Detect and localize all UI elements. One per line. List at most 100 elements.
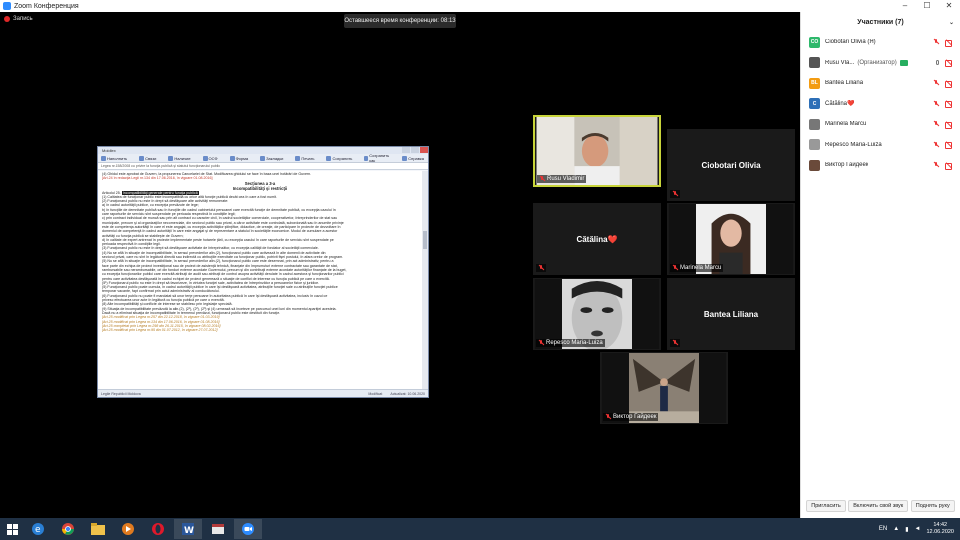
participant-row[interactable]: Виктор Гайдеек — [801, 155, 960, 176]
participant-status-icons — [933, 141, 952, 150]
maximize-icon[interactable]: ☐ — [916, 0, 938, 12]
mic-muted-icon — [672, 191, 678, 197]
video-name-label — [536, 264, 546, 272]
mic-muted-icon — [933, 121, 939, 127]
video-tile-viktor-gaideek[interactable]: Виктор Гайдеек — [600, 352, 728, 424]
video-tile-ciobotari-olivia[interactable]: Ciobotari Olivia — [667, 129, 795, 201]
recording-indicator[interactable]: Запись — [4, 16, 33, 22]
participant-name: Виктор Гайдеек — [825, 162, 869, 169]
document-line: [Art.25 modificat prin Legea nr.95 din 0… — [102, 328, 218, 333]
tray-arrow-icon[interactable]: ▲ — [893, 526, 899, 532]
record-label: Запись — [13, 16, 33, 22]
collapse-panel-icon[interactable]: ⌄ — [949, 19, 954, 26]
network-icon[interactable]: ▮ — [905, 526, 908, 533]
shared-document-window[interactable]: Moldlex Наполнить Связи Наличие ОСФ Форма Зак… — [97, 146, 429, 398]
svg-text:e: e — [35, 525, 41, 535]
toolbar-item-icon — [101, 155, 106, 161]
camera-off-icon — [945, 162, 952, 170]
screen-share-icon — [899, 59, 908, 66]
mic-muted-icon — [933, 80, 939, 86]
doc-toolbar-item[interactable]: Сохранить — [326, 155, 358, 161]
document-toolbar: Наполнить Связи Наличие ОСФ Форма Закладки Печ… — [98, 153, 430, 163]
participant-row[interactable]: Marinela Marcu — [801, 114, 960, 135]
participants-list: CO Ciobotari Olivia (Я) Rusu Vla... (Органи… — [801, 32, 960, 176]
participants-header: Участники (7) ⌄ — [801, 12, 960, 32]
windows-start-icon[interactable] — [0, 518, 24, 540]
participant-row[interactable]: Repesco Maria-Luiza — [801, 135, 960, 156]
toolbar-item-icon — [402, 155, 408, 161]
toolbar-item-icon — [229, 155, 235, 161]
participant-role: (Организатор) — [857, 59, 897, 66]
doc-toolbar-item[interactable]: Форма — [229, 155, 254, 161]
document-body[interactable]: (4) Ghidul este aprobat de Guvern, la pr… — [98, 171, 422, 389]
zoom-taskbar-icon[interactable] — [234, 519, 262, 539]
document-title: Moldlex — [102, 148, 116, 153]
mic-muted-icon — [539, 176, 545, 182]
record-dot-icon — [4, 16, 10, 22]
chrome-icon[interactable] — [54, 519, 82, 539]
toolbar-item-icon — [295, 155, 301, 161]
windows-taskbar: e W EN ▲ ▮ ◄ 14:42 12.06.2020 — [0, 518, 960, 540]
raise-hand-button[interactable]: Поднять руку — [910, 500, 955, 512]
video-tile-catalina[interactable]: Cătălina❤️ — [533, 203, 661, 275]
doc-toolbar-item[interactable]: Наличие — [168, 155, 196, 161]
camera-off-icon — [945, 39, 952, 47]
doc-toolbar-item[interactable]: Печать — [295, 155, 320, 161]
avatar: CO — [809, 36, 820, 48]
taskbar-clock[interactable]: 14:42 12.06.2020 — [926, 522, 954, 536]
doc-toolbar-item[interactable]: Сохранить как — [364, 153, 396, 163]
doc-toolbar-item[interactable]: ОСФ — [202, 155, 224, 161]
screen: Zoom Конференция – ☐ ✕ Запись Оставшееся… — [0, 0, 960, 540]
opera-icon[interactable] — [144, 519, 172, 539]
camera-off-icon — [945, 121, 952, 129]
doc-close-icon[interactable] — [420, 147, 428, 153]
minimize-icon[interactable]: – — [894, 0, 916, 12]
file-explorer-icon[interactable] — [84, 519, 112, 539]
video-tile-repesco-maria-luiza[interactable]: Repesco Maria-Luiza — [533, 278, 661, 350]
mic-on-icon — [936, 60, 939, 66]
window-title: Zoom Конференция — [14, 2, 79, 10]
participant-row[interactable]: C Cătălina❤️ — [801, 94, 960, 115]
participant-row[interactable]: BL Bantea Liliana — [801, 73, 960, 94]
document-status-bar: Legile Republicii Moldova Modificat Actu… — [98, 389, 428, 397]
toolbar-item-icon — [260, 155, 266, 161]
participant-status-icons — [936, 60, 952, 68]
doc-toolbar-item[interactable]: Справка — [402, 155, 430, 161]
scroll-thumb[interactable] — [423, 231, 427, 249]
unmute-self-button[interactable]: Включить свой звук — [848, 500, 909, 512]
input-language[interactable]: EN — [879, 526, 887, 532]
word-icon[interactable]: W — [174, 519, 202, 539]
mic-muted-icon — [672, 340, 678, 346]
volume-icon[interactable]: ◄ — [915, 526, 921, 532]
video-name-label: Rusu Vladimir — [537, 175, 587, 183]
video-tile-marinela-marcu[interactable]: Marinela Marcu — [667, 203, 795, 275]
meeting-area: Запись Оставшееся время конференции: 08:… — [0, 12, 800, 518]
close-icon[interactable]: ✕ — [938, 0, 960, 12]
svg-text:W: W — [184, 526, 194, 536]
toolbar-item-icon — [364, 155, 369, 161]
mic-muted-icon — [538, 265, 544, 271]
doc-toolbar-item[interactable]: Наполнить — [101, 155, 133, 161]
internet-explorer-icon[interactable]: e — [24, 519, 52, 539]
video-name-label: Виктор Гайдеек — [603, 413, 659, 421]
participant-row[interactable]: CO Ciobotari Olivia (Я) — [801, 32, 960, 53]
video-tile-rusu-vladimir[interactable]: Rusu Vladimir — [533, 115, 661, 187]
video-tile-bantea-liliana[interactable]: Bantea Liliana — [667, 278, 795, 350]
toolbar-item-icon — [139, 155, 145, 161]
mic-muted-icon — [933, 39, 939, 45]
participant-row[interactable]: Rusu Vla... (Организатор) — [801, 53, 960, 74]
highlighted-text: Incompatibilităţi generale pentru funcţi… — [121, 190, 199, 195]
clock-time: 14:42 — [933, 522, 948, 528]
participants-title: Участники (7) — [857, 18, 904, 26]
doc-minimize-icon[interactable] — [402, 147, 410, 153]
camera-off-icon — [945, 101, 952, 109]
doc-toolbar-item[interactable]: Связи — [139, 155, 162, 161]
doc-maximize-icon[interactable] — [411, 147, 419, 153]
doc-toolbar-item[interactable]: Закладки — [260, 155, 289, 161]
moldlex-app-icon[interactable] — [204, 519, 232, 539]
document-scrollbar[interactable] — [422, 171, 428, 389]
invite-button[interactable]: Пригласить — [806, 500, 846, 512]
media-player-icon[interactable] — [114, 519, 142, 539]
document-window-controls — [401, 147, 428, 154]
avatar: BL — [809, 77, 820, 89]
